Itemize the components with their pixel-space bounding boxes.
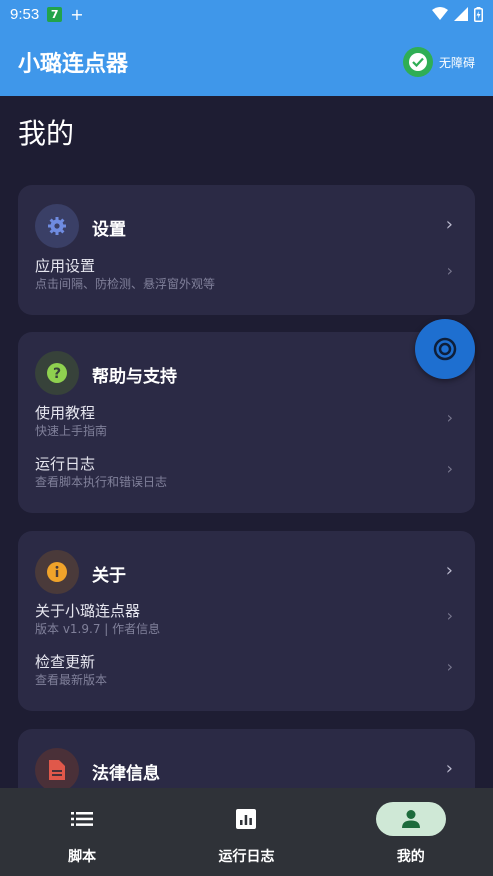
- item-title: 使用教程: [35, 404, 96, 422]
- item-subtitle: 查看最新版本: [35, 673, 108, 687]
- menu-item-check-update[interactable]: 检查更新 查看最新版本 ›: [35, 651, 475, 697]
- content: 我的 设置 › 应用设置 点击间隔、防检测、悬浮窗外观等 › ? 帮助与支持 使…: [0, 96, 493, 788]
- item-subtitle: 查看脚本执行和错误日志: [35, 475, 168, 489]
- floating-target-button[interactable]: [415, 319, 475, 379]
- item-subtitle: 点击间隔、防检测、悬浮窗外观等: [35, 277, 216, 291]
- settings-title: 设置: [92, 220, 126, 240]
- document-icon: [35, 748, 79, 788]
- status-icons: [432, 6, 483, 22]
- plus-icon: +: [70, 4, 84, 24]
- nav-item-mine[interactable]: 我的: [329, 788, 493, 876]
- app-title: 小璐连点器: [18, 52, 129, 77]
- help-card: ? 帮助与支持 使用教程 快速上手指南 › 运行日志 查看脚本执行和错误日志 ›: [18, 332, 475, 513]
- person-icon: [375, 802, 446, 836]
- chevron-right-icon: ›: [446, 261, 453, 280]
- item-subtitle: 版本 v1.9.7 | 作者信息: [35, 622, 161, 636]
- chevron-right-icon: ›: [446, 459, 453, 478]
- chevron-right-icon: ›: [446, 408, 453, 427]
- about-header[interactable]: 关于 ›: [18, 531, 475, 594]
- accessibility-status[interactable]: 无障碍: [402, 47, 475, 77]
- chevron-right-icon: ›: [445, 560, 453, 581]
- chevron-right-icon: ›: [446, 606, 453, 625]
- nav-label: 我的: [396, 849, 425, 865]
- gear-icon: [35, 204, 79, 248]
- svg-text:?: ?: [53, 366, 61, 382]
- app-bar: 小璐连点器 无障碍: [0, 28, 493, 96]
- legal-header[interactable]: 法律信息 ›: [18, 729, 475, 788]
- nav-item-run-log[interactable]: 运行日志: [164, 788, 328, 876]
- legal-card: 法律信息 ›: [18, 729, 475, 788]
- nav-item-scripts[interactable]: 脚本: [0, 788, 164, 876]
- nav-label: 脚本: [68, 849, 97, 865]
- target-icon: [433, 337, 457, 361]
- chevron-right-icon: ›: [445, 758, 453, 779]
- item-title: 检查更新: [35, 653, 96, 671]
- list-icon: [47, 802, 117, 836]
- accessibility-label: 无障碍: [438, 55, 475, 70]
- help-header[interactable]: ? 帮助与支持: [18, 332, 475, 395]
- notification-badge: 7: [47, 6, 63, 22]
- about-title: 关于: [92, 566, 126, 586]
- page-title: 我的: [18, 117, 75, 150]
- info-icon: [35, 550, 79, 594]
- settings-header[interactable]: 设置 ›: [18, 185, 475, 248]
- menu-item-run-log[interactable]: 运行日志 查看脚本执行和错误日志 ›: [35, 453, 475, 499]
- signal-icon: [454, 7, 468, 21]
- about-card: 关于 › 关于小璐连点器 版本 v1.9.7 | 作者信息 › 检查更新 查看最…: [18, 531, 475, 711]
- menu-item-app-settings[interactable]: 应用设置 点击间隔、防检测、悬浮窗外观等 ›: [35, 255, 475, 301]
- item-subtitle: 快速上手指南: [35, 424, 108, 438]
- battery-icon: [474, 6, 483, 22]
- legal-title: 法律信息: [92, 764, 160, 784]
- bottom-nav: 脚本 运行日志 我的: [0, 788, 493, 876]
- wifi-icon: [432, 7, 448, 20]
- chevron-right-icon: ›: [446, 657, 453, 676]
- item-title: 关于小璐连点器: [35, 602, 141, 620]
- item-title: 应用设置: [35, 257, 96, 275]
- question-icon: ?: [35, 351, 79, 395]
- settings-card: 设置 › 应用设置 点击间隔、防检测、悬浮窗外观等 ›: [18, 185, 475, 315]
- menu-item-about-app[interactable]: 关于小璐连点器 版本 v1.9.7 | 作者信息 ›: [35, 600, 475, 646]
- status-bar: 9:53 7 +: [0, 0, 493, 28]
- chart-icon: [211, 802, 281, 836]
- menu-item-tutorial[interactable]: 使用教程 快速上手指南 ›: [35, 402, 475, 448]
- nav-label: 运行日志: [218, 849, 275, 865]
- help-title: 帮助与支持: [92, 367, 177, 387]
- chevron-right-icon: ›: [445, 214, 453, 235]
- item-title: 运行日志: [35, 455, 96, 473]
- status-time: 9:53: [10, 5, 40, 23]
- check-icon: [402, 47, 433, 77]
